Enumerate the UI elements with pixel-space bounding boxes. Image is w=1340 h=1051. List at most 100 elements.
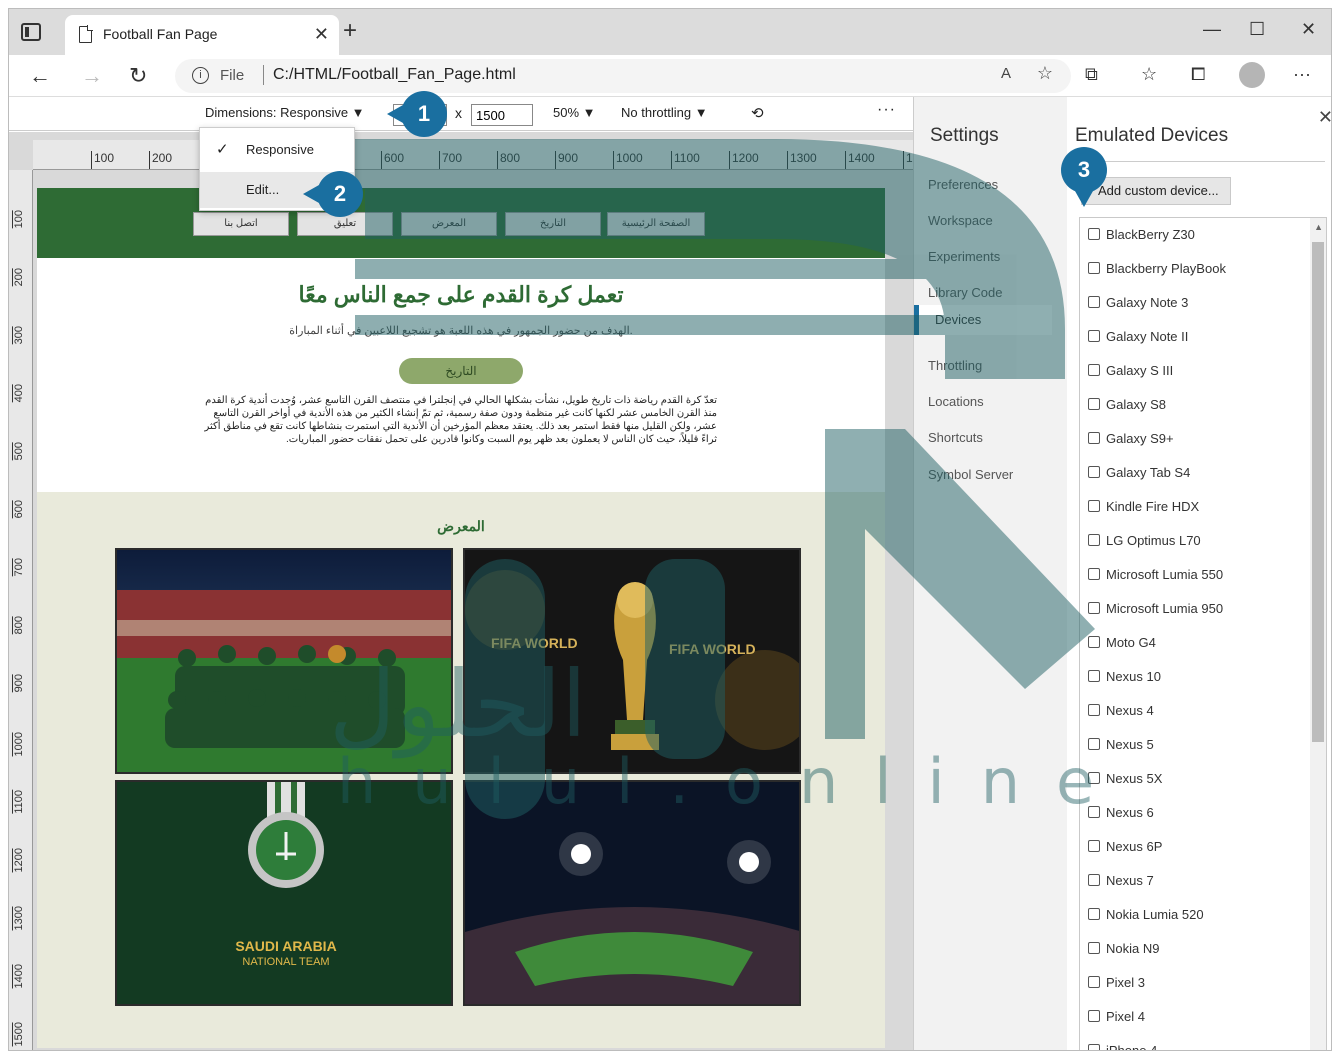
device-checkbox[interactable] [1088,568,1100,580]
device-checkbox[interactable] [1088,466,1100,478]
settings-item-workspace[interactable]: Workspace [928,213,993,228]
tab-actions-icon[interactable] [21,23,41,41]
device-list-item[interactable]: Nokia N9 [1088,932,1159,966]
favorites-icon[interactable]: ☆ [1141,64,1157,85]
throttling-dropdown[interactable]: No throttling ▼ [621,105,708,120]
add-favorite-icon[interactable]: ☆ [1037,63,1053,84]
device-checkbox[interactable] [1088,670,1100,682]
settings-item-symbol-server[interactable]: Symbol Server [928,467,1013,482]
settings-item-preferences[interactable]: Preferences [928,177,998,192]
device-checkbox[interactable] [1088,228,1100,240]
device-checkbox[interactable] [1088,432,1100,444]
device-list-item[interactable]: Nexus 10 [1088,660,1161,694]
device-checkbox[interactable] [1088,534,1100,546]
device-checkbox[interactable] [1088,1044,1100,1050]
address-bar[interactable]: i File C:/HTML/Football_Fan_Page.html A … [175,59,1071,93]
device-list-item[interactable]: Nexus 6 [1088,796,1154,830]
device-list-item[interactable]: BlackBerry Z30 [1088,218,1195,252]
height-input[interactable] [471,104,533,126]
nav-link-home[interactable]: الصفحة الرئيسية [607,212,705,236]
device-list-item[interactable]: Pixel 3 [1088,966,1145,1000]
device-checkbox[interactable] [1088,364,1100,376]
gallery-photo-trophy[interactable]: FIFA WORLD FIFA WORLD [463,548,801,774]
device-checkbox[interactable] [1088,262,1100,274]
forward-button[interactable]: → [81,63,103,89]
device-list-item[interactable]: Pixel 4 [1088,1000,1145,1034]
device-checkbox[interactable] [1088,296,1100,308]
scroll-up-icon[interactable]: ▲ [1314,222,1323,232]
device-list-item[interactable]: LG Optimus L70 [1088,524,1201,558]
device-checkbox[interactable] [1088,976,1100,988]
tab-close-icon[interactable]: ✕ [314,24,329,45]
settings-item-throttling[interactable]: Throttling [928,358,982,373]
device-list-item[interactable]: Nexus 6P [1088,830,1162,864]
gallery-photo-logo[interactable]: SAUDI ARABIA NATIONAL TEAM [115,780,453,1006]
scrollbar[interactable]: ▲ [1310,218,1326,1050]
url-text[interactable]: C:/HTML/Football_Fan_Page.html [273,66,516,84]
device-list-item[interactable]: Galaxy Tab S4 [1088,456,1190,490]
history-button[interactable]: التاريخ [399,358,523,384]
device-list-item[interactable]: Nexus 5X [1088,762,1162,796]
device-checkbox[interactable] [1088,330,1100,342]
device-list-item[interactable]: Nexus 5 [1088,728,1154,762]
nav-link-contact[interactable]: اتصل بنا [193,212,289,236]
device-list-item[interactable]: Galaxy Note II [1088,320,1188,354]
device-checkbox[interactable] [1088,602,1100,614]
device-checkbox[interactable] [1088,806,1100,818]
dimensions-dropdown[interactable]: Dimensions: Responsive ▼ [205,105,365,120]
settings-item-experiments[interactable]: Experiments [928,249,1000,264]
device-checkbox[interactable] [1088,500,1100,512]
device-checkbox[interactable] [1088,704,1100,716]
collections-icon[interactable]: ⧠ [1191,64,1205,85]
scrollbar-thumb[interactable] [1312,242,1324,742]
info-icon[interactable]: i [192,67,209,84]
maximize-button[interactable]: ☐ [1249,19,1265,40]
nav-link-gallery[interactable]: المعرض [401,212,497,236]
device-checkbox[interactable] [1088,942,1100,954]
rotate-icon[interactable]: ⟲ [751,104,764,122]
device-checkbox[interactable] [1088,840,1100,852]
device-list-item[interactable]: Galaxy S8 [1088,388,1166,422]
device-list-item[interactable]: Moto G4 [1088,626,1156,660]
device-list-item[interactable]: Galaxy S9+ [1088,422,1174,456]
device-checkbox[interactable] [1088,908,1100,920]
device-list-item[interactable]: Nexus 7 [1088,864,1154,898]
device-checkbox[interactable] [1088,636,1100,648]
settings-item-devices[interactable]: Devices [914,305,1052,335]
reload-button[interactable]: ↻ [129,63,147,89]
gallery-photo-team[interactable] [115,548,453,774]
menu-item-responsive[interactable]: ✓ Responsive [200,132,354,168]
device-checkbox[interactable] [1088,1010,1100,1022]
close-icon[interactable]: ✕ [1318,107,1331,128]
device-list-item[interactable]: Kindle Fire HDX [1088,490,1199,524]
extensions-icon[interactable]: ⧉ [1085,64,1098,85]
settings-item-library-code[interactable]: Library Code [928,285,1002,300]
ruler-left-tick: 700 [12,558,30,577]
device-checkbox[interactable] [1088,398,1100,410]
tab-football-fan-page[interactable]: Football Fan Page ✕ [65,15,339,55]
nav-link-history[interactable]: التاريخ [505,212,601,236]
back-button[interactable]: ← [29,63,51,89]
minimize-button[interactable]: — [1203,19,1221,40]
settings-more-icon[interactable]: ··· [1293,64,1311,85]
device-list-item[interactable]: Blackberry PlayBook [1088,252,1226,286]
device-checkbox[interactable] [1088,738,1100,750]
read-aloud-icon[interactable]: A [1001,65,1011,82]
settings-item-shortcuts[interactable]: Shortcuts [928,430,983,445]
device-checkbox[interactable] [1088,772,1100,784]
device-list-item[interactable]: Nexus 4 [1088,694,1154,728]
device-list-item[interactable]: Nokia Lumia 520 [1088,898,1204,932]
new-tab-button[interactable]: + [343,17,357,45]
more-options-icon[interactable]: ··· [877,101,896,119]
settings-item-locations[interactable]: Locations [928,394,984,409]
profile-avatar[interactable] [1239,62,1265,88]
close-window-button[interactable]: ✕ [1301,19,1316,40]
zoom-dropdown[interactable]: 50% ▼ [553,105,596,120]
device-list-item[interactable]: Galaxy S III [1088,354,1173,388]
device-list-item[interactable]: Microsoft Lumia 550 [1088,558,1223,592]
device-checkbox[interactable] [1088,874,1100,886]
device-list-item[interactable]: Galaxy Note 3 [1088,286,1188,320]
gallery-photo-stadium[interactable] [463,780,801,1006]
device-list-item[interactable]: iPhone 4 [1088,1034,1157,1050]
device-list-item[interactable]: Microsoft Lumia 950 [1088,592,1223,626]
